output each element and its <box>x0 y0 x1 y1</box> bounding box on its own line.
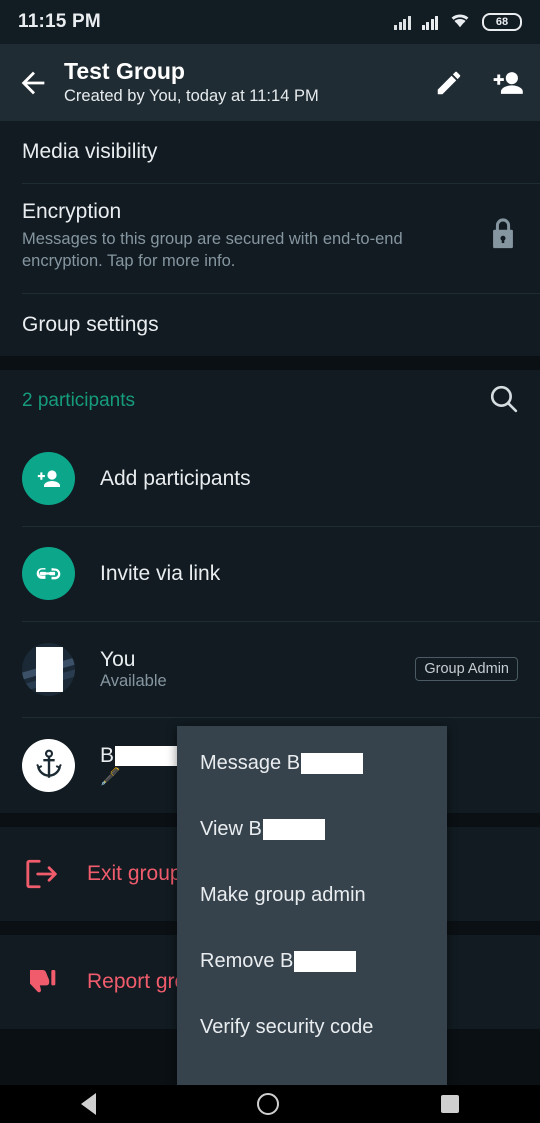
back-arrow-icon[interactable] <box>16 66 50 100</box>
invite-via-link-label: Invite via link <box>100 561 221 585</box>
media-visibility-row[interactable]: Media visibility <box>0 121 540 183</box>
group-created-subtitle: Created by You, today at 11:14 PM <box>64 86 319 105</box>
participants-header: 2 participants <box>0 370 540 432</box>
context-menu-item-make-admin[interactable]: Make group admin <box>177 862 447 928</box>
status-bar-icons: 68 <box>394 12 522 33</box>
encryption-description: Messages to this group are secured with … <box>22 230 403 271</box>
participant-status-emoji: 🖋️ <box>100 767 121 786</box>
avatar <box>22 738 75 792</box>
add-participants-label: Add participants <box>100 466 251 490</box>
dual-sim-signal-icon <box>394 15 411 30</box>
nav-home-icon[interactable] <box>257 1093 280 1115</box>
redaction-box <box>294 950 357 972</box>
wifi-icon <box>449 12 471 33</box>
add-person-icon[interactable] <box>490 68 524 98</box>
exit-group-label: Exit group <box>87 861 182 885</box>
info-card: Media visibility Encryption Messages to … <box>0 121 540 356</box>
context-menu-item-view[interactable]: View B <box>177 796 447 862</box>
header-actions <box>434 68 524 98</box>
participant-row-you[interactable]: You Available Group Admin <box>0 622 540 717</box>
thumbs-down-icon <box>22 967 62 997</box>
status-bar: 11:15 PM 68 <box>0 0 540 44</box>
status-badge: Group Admin <box>415 657 518 682</box>
header-text-block: Test Group Created by You, today at 11:1… <box>64 58 424 107</box>
phone-screen: 11:15 PM 68 Test Group Created by You, t… <box>0 0 540 1123</box>
exit-icon <box>22 858 62 890</box>
context-menu-item-label: Verify security code <box>200 1015 374 1038</box>
search-icon[interactable] <box>487 382 520 420</box>
invite-via-link-row[interactable]: Invite via link <box>0 527 540 621</box>
participant-name: You <box>100 647 136 671</box>
participant-status: Available <box>100 671 167 690</box>
anchor-icon <box>35 749 62 778</box>
add-person-icon <box>22 452 75 506</box>
redaction-box <box>36 646 63 692</box>
app-header: Test Group Created by You, today at 11:1… <box>0 44 540 121</box>
redaction-box <box>115 745 184 766</box>
android-nav-bar <box>0 1085 540 1123</box>
context-menu-item-remove[interactable]: Remove B <box>177 928 447 994</box>
page-title: Test Group <box>64 58 185 85</box>
context-menu-item-label: Remove B <box>200 949 294 972</box>
context-menu-item-message[interactable]: Message B <box>177 730 447 796</box>
encryption-row[interactable]: Encryption Messages to this group are se… <box>0 184 540 293</box>
battery-indicator: 68 <box>482 13 522 31</box>
encryption-text: Encryption Messages to this group are se… <box>22 200 474 273</box>
status-bar-time: 11:15 PM <box>18 11 101 32</box>
pencil-edit-icon[interactable] <box>434 68 464 98</box>
context-menu-item-label: Make group admin <box>200 883 366 906</box>
signal-icon <box>421 15 438 30</box>
participant-context-menu[interactable]: Message B View B Make group admin Remove… <box>177 726 447 1085</box>
context-menu-item-verify-security-code[interactable]: Verify security code <box>177 994 447 1060</box>
media-visibility-label: Media visibility <box>22 140 158 163</box>
participant-name-text: B <box>100 743 115 767</box>
redaction-box <box>262 818 325 840</box>
add-participants-row[interactable]: Add participants <box>0 432 540 526</box>
nav-back-icon[interactable] <box>80 1093 96 1115</box>
group-settings-row[interactable]: Group settings <box>0 294 540 356</box>
participant-text: You Available <box>100 648 415 691</box>
encryption-title: Encryption <box>22 200 122 223</box>
nav-recents-icon[interactable] <box>441 1095 460 1113</box>
context-menu-item-label: Message B <box>200 751 301 774</box>
lock-icon <box>488 217 518 256</box>
link-icon <box>22 547 75 601</box>
context-menu-item-label: View B <box>200 817 262 840</box>
redaction-box <box>301 752 364 774</box>
participants-count-label: 2 participants <box>22 389 136 411</box>
group-settings-label: Group settings <box>22 312 159 336</box>
section-gap <box>0 355 540 370</box>
avatar <box>22 642 75 696</box>
